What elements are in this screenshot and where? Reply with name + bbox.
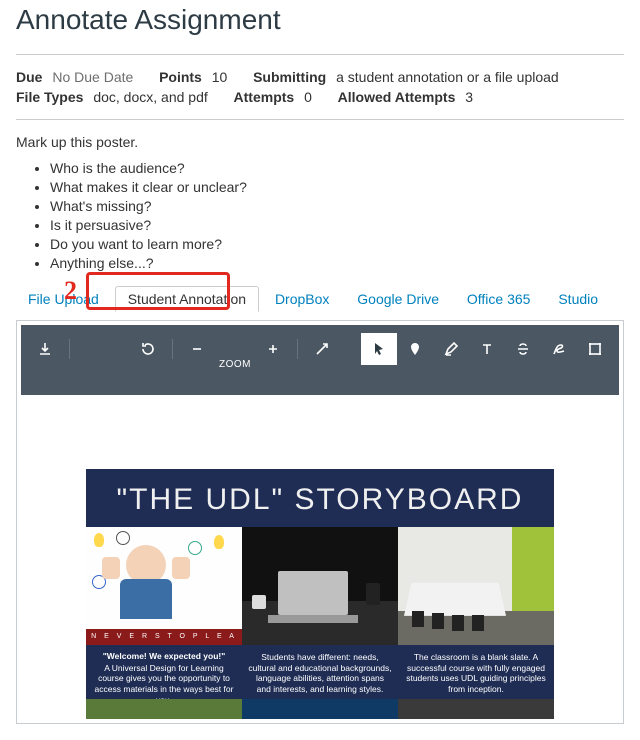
instructions-block: Mark up this poster. Who is the audience… — [16, 120, 624, 280]
draw-tool-button[interactable] — [541, 333, 577, 365]
rotate-button[interactable] — [130, 333, 166, 365]
highlight-tool-button[interactable] — [433, 333, 469, 365]
pointer-tool-button[interactable] — [361, 333, 397, 365]
tab-google-drive[interactable]: Google Drive — [345, 287, 451, 311]
poster-caption-1: "Welcome! We expected you!" A Universal … — [86, 645, 242, 699]
tab-office-365[interactable]: Office 365 — [455, 287, 543, 311]
due-label: Due — [16, 69, 42, 85]
separator — [69, 339, 70, 359]
separator — [172, 339, 173, 359]
list-item: Who is the audience? — [50, 160, 624, 176]
list-item: What makes it clear or unclear? — [50, 179, 624, 195]
allowed-label: Allowed Attempts — [338, 89, 456, 105]
filetypes-label: File Types — [16, 89, 83, 105]
submitting-label: Submitting — [253, 69, 326, 85]
poster-title: "THE UDL" STORYBOARD — [86, 469, 554, 527]
list-item: Do you want to learn more? — [50, 236, 624, 252]
poster-caption-2: Students have different: needs, cultural… — [242, 645, 398, 699]
submission-tabs: File Upload Student Annotation DropBox G… — [16, 282, 624, 320]
tab-file-upload[interactable]: File Upload — [16, 287, 111, 311]
poster-image-1: N E V E R S T O P L E A R N — [86, 527, 242, 645]
tab-student-annotation[interactable]: Student Annotation — [115, 286, 259, 312]
download-button[interactable] — [27, 333, 63, 365]
submitting-value: a student annotation or a file upload — [336, 69, 559, 85]
points-label: Points — [159, 69, 202, 85]
text-tool-button[interactable] — [469, 333, 505, 365]
allowed-value: 3 — [465, 89, 473, 105]
zoom-out-button[interactable] — [179, 333, 215, 365]
poster-caption-3: The classroom is a blank slate. A succes… — [398, 645, 554, 699]
list-item: Anything else...? — [50, 255, 624, 271]
points-value: 10 — [212, 69, 228, 85]
point-annotation-button[interactable] — [397, 333, 433, 365]
area-tool-button[interactable] — [577, 333, 613, 365]
assignment-meta: Due No Due Date Points 10 Submitting a s… — [16, 55, 624, 120]
tab-studio[interactable]: Studio — [546, 287, 610, 311]
zoom-in-button[interactable] — [255, 333, 291, 365]
filetypes-value: doc, docx, and pdf — [93, 89, 207, 105]
poster-document: "THE UDL" STORYBOARD — [86, 469, 554, 719]
attempts-value: 0 — [304, 89, 312, 105]
document-canvas[interactable]: "THE UDL" STORYBOARD — [21, 395, 619, 719]
list-item: What's missing? — [50, 198, 624, 214]
instructions-lead: Mark up this poster. — [16, 134, 624, 150]
instructions-list: Who is the audience? What makes it clear… — [16, 160, 624, 271]
fullscreen-button[interactable] — [304, 333, 340, 365]
tab-dropbox[interactable]: DropBox — [263, 287, 341, 311]
poster-image-3 — [398, 527, 554, 645]
page-title: Annotate Assignment — [16, 0, 624, 55]
due-value: No Due Date — [52, 69, 133, 85]
annotation-viewer: ZOOM — [16, 320, 624, 724]
zoom-label: ZOOM — [215, 348, 255, 380]
attempts-label: Attempts — [234, 89, 295, 105]
poster-image-2 — [242, 527, 398, 645]
annotation-toolbar: ZOOM — [21, 325, 619, 395]
list-item: Is it persuasive? — [50, 217, 624, 233]
strikeout-tool-button[interactable] — [505, 333, 541, 365]
separator — [297, 339, 298, 359]
poster-banner: N E V E R S T O P L E A R N — [86, 629, 242, 645]
